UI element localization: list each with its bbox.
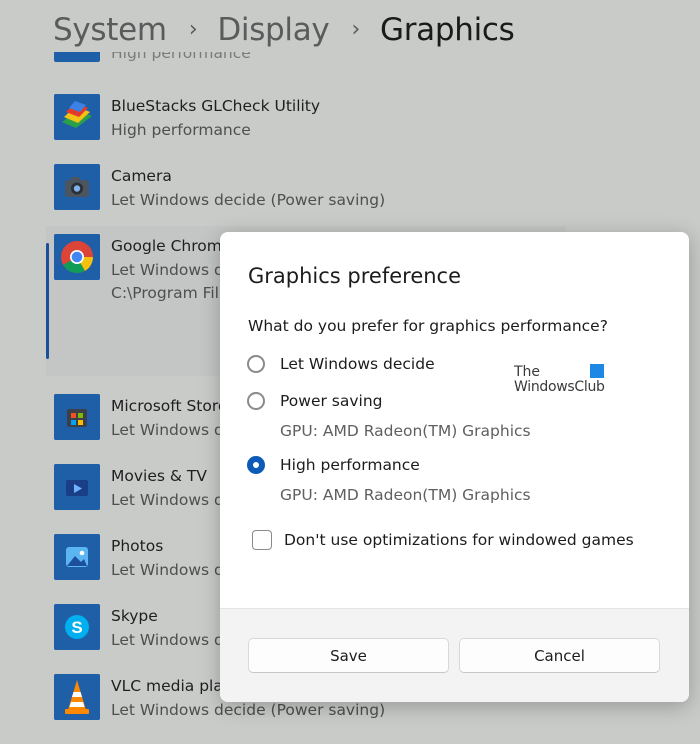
option-label: High performance — [280, 456, 420, 474]
chrome-icon — [54, 234, 100, 280]
radio-button[interactable] — [247, 392, 265, 410]
app-preference: High performance — [111, 52, 251, 62]
movies-tv-icon — [54, 464, 100, 510]
bluestacks-icon — [54, 94, 100, 140]
app-preference: High performance — [111, 121, 251, 139]
chevron-right-icon: › — [351, 16, 360, 42]
save-button[interactable]: Save — [248, 638, 449, 673]
page-title: Graphics — [379, 12, 515, 48]
watermark-logo-icon — [590, 364, 604, 378]
app-name: Camera — [111, 167, 172, 185]
option-label: Let Windows decide — [280, 355, 435, 373]
list-item-camera[interactable]: Camera Let Windows decide (Power saving) — [0, 164, 700, 234]
checkbox-label: Don't use optimizations for windowed gam… — [284, 531, 634, 549]
windowed-games-option[interactable]: Don't use optimizations for windowed gam… — [252, 530, 634, 550]
svg-text:S: S — [71, 618, 82, 637]
watermark-line1: The — [514, 364, 541, 380]
store-icon — [54, 394, 100, 440]
option-label: Power saving — [280, 392, 383, 410]
app-name: Microsoft Store — [111, 397, 228, 415]
app-name: Google Chrome — [111, 237, 232, 255]
option-let-windows-decide[interactable]: Let Windows decide — [247, 352, 435, 376]
radio-button[interactable] — [247, 355, 265, 373]
breadcrumb: System › Display › Graphics — [53, 8, 515, 52]
breadcrumb-display[interactable]: Display — [217, 12, 329, 48]
app-preference: Let Windows decide (Power saving) — [111, 701, 386, 719]
list-item-partial[interactable]: High performance — [0, 52, 700, 72]
option-high-performance[interactable]: High performance — [247, 453, 420, 477]
cancel-button[interactable]: Cancel — [459, 638, 660, 673]
app-name: Photos — [111, 537, 164, 555]
skype-icon: S — [54, 604, 100, 650]
app-preference: Let Windows decide (Power saving) — [111, 191, 386, 209]
option-power-saving[interactable]: Power saving — [247, 389, 383, 413]
photos-icon — [54, 534, 100, 580]
radio-button-selected[interactable] — [247, 456, 265, 474]
dialog-question: What do you prefer for graphics performa… — [248, 317, 608, 335]
watermark-line2: WindowsClub — [514, 379, 605, 395]
list-item-bluestacks[interactable]: BlueStacks GLCheck Utility High performa… — [0, 94, 700, 164]
gpu-note-power-saving: GPU: AMD Radeon(TM) Graphics — [280, 422, 531, 440]
app-path: C:\Program Files — [111, 284, 237, 302]
windowsclub-watermark: The WindowsClub — [514, 364, 606, 396]
vlc-icon — [54, 674, 100, 720]
checkbox[interactable] — [252, 530, 272, 550]
dialog-title: Graphics preference — [248, 264, 462, 288]
app-icon — [54, 52, 100, 62]
gpu-note-high-performance: GPU: AMD Radeon(TM) Graphics — [280, 486, 531, 504]
graphics-preference-dialog: Graphics preference What do you prefer f… — [220, 232, 689, 702]
app-name: Movies & TV — [111, 467, 207, 485]
chevron-right-icon: › — [188, 16, 198, 42]
breadcrumb-system[interactable]: System — [53, 12, 167, 48]
app-name: Skype — [111, 607, 158, 625]
dialog-footer: Save Cancel — [220, 608, 689, 702]
camera-icon — [54, 164, 100, 210]
app-name: BlueStacks GLCheck Utility — [111, 97, 321, 115]
